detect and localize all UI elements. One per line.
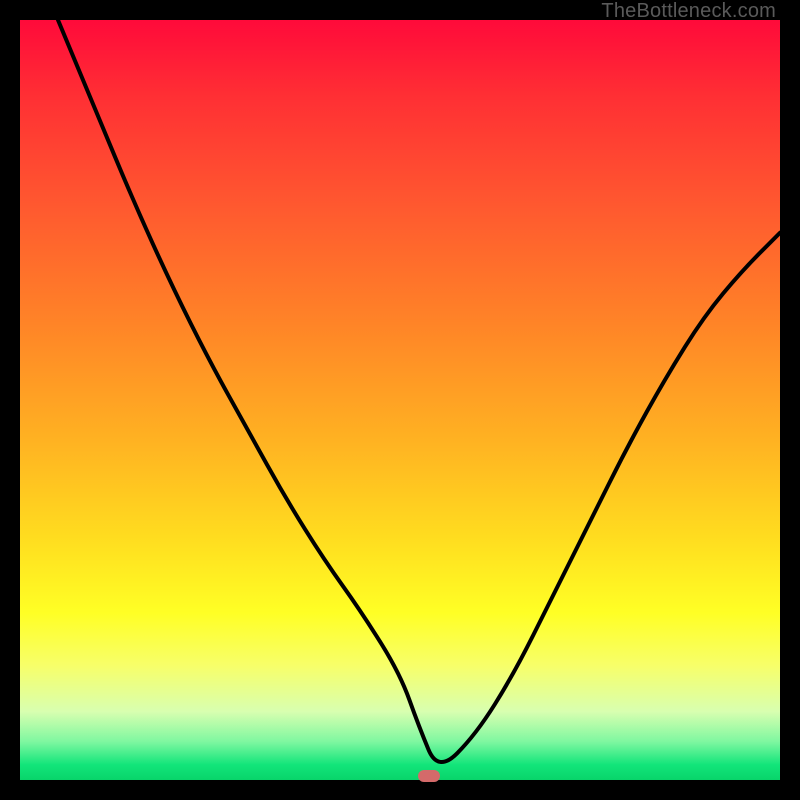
min-marker: [418, 770, 440, 782]
chart-stage: TheBottleneck.com: [0, 0, 800, 800]
curve-svg: [20, 20, 780, 780]
bottleneck-curve-path: [58, 20, 780, 762]
plot-area: [20, 20, 780, 780]
